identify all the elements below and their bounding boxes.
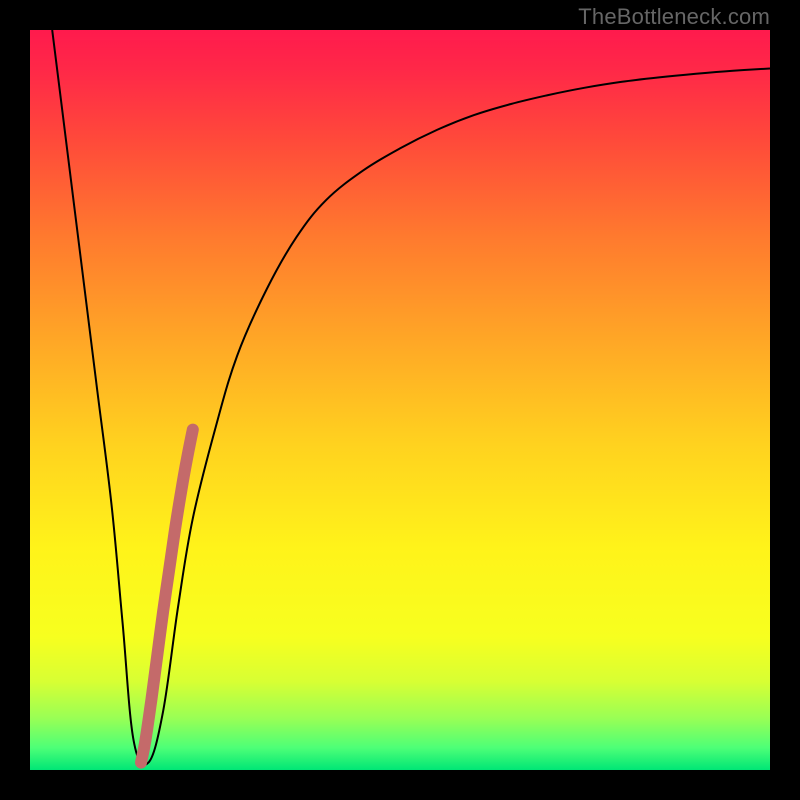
highlight-segment [141, 430, 193, 763]
plot-area [30, 30, 770, 770]
chart-frame: TheBottleneck.com [0, 0, 800, 800]
watermark-text: TheBottleneck.com [578, 4, 770, 30]
chart-lines [30, 30, 770, 770]
